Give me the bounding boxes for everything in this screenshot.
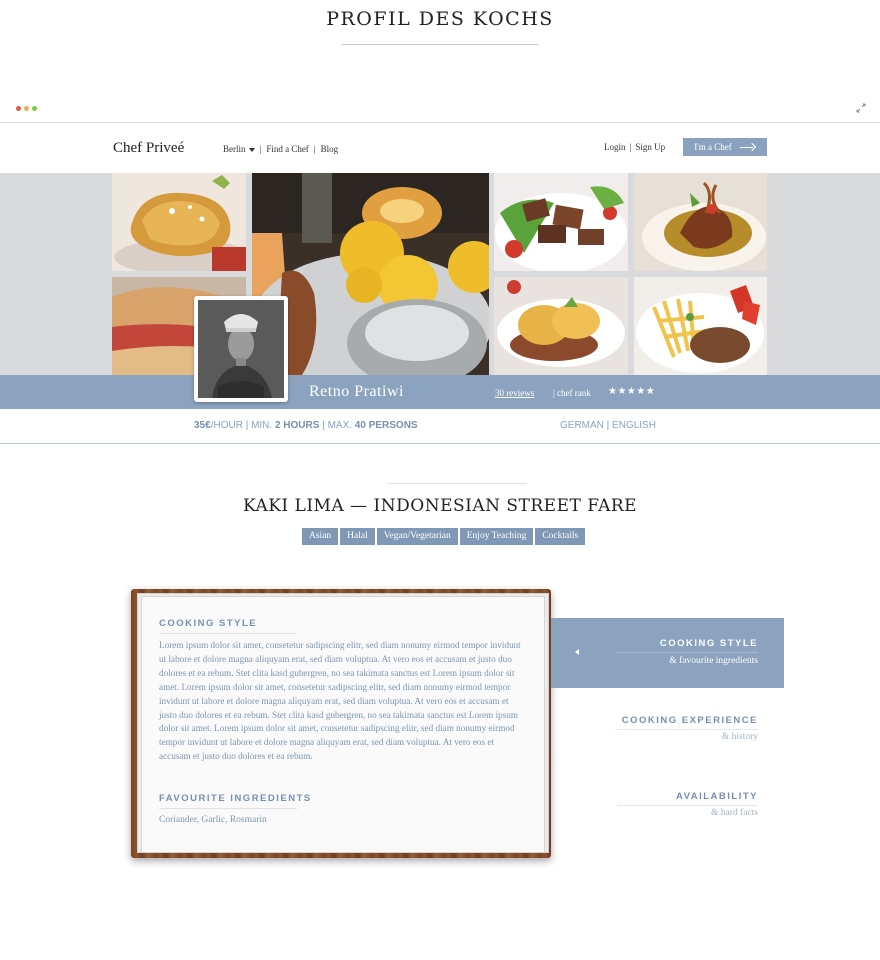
chef-name: Retno Pratiwi bbox=[309, 383, 404, 400]
tab-availability[interactable]: AVAILABILITY bbox=[676, 791, 758, 802]
gallery-photo-beef-salad[interactable] bbox=[494, 173, 628, 271]
chef-rank-label: | chef rank bbox=[553, 388, 591, 398]
tab-cooking-experience-subtitle: & history bbox=[721, 732, 758, 742]
tab-divider bbox=[617, 729, 758, 730]
tag-halal[interactable]: Halal bbox=[340, 528, 375, 545]
profile-bar bbox=[0, 375, 880, 409]
brand-logo[interactable]: Chef Priveé bbox=[113, 140, 184, 157]
city-selector[interactable]: Berlin bbox=[223, 144, 255, 154]
signup-link[interactable]: Sign Up bbox=[635, 142, 665, 152]
tab-divider bbox=[617, 652, 758, 653]
window-dot-yellow[interactable] bbox=[24, 106, 29, 111]
tag-vegan-vegetarian[interactable]: Vegan/Vegetarian bbox=[376, 528, 458, 545]
city-label: Berlin bbox=[223, 144, 246, 154]
tag-list: Asian Halal Vegan/Vegetarian Enjoy Teach… bbox=[302, 528, 586, 545]
tab-cooking-experience[interactable]: COOKING EXPERIENCE bbox=[622, 715, 758, 726]
cooking-style-text: Lorem ipsum dolor sit amet, consetetur s… bbox=[159, 640, 521, 762]
gallery-photo-fries[interactable] bbox=[634, 277, 767, 375]
window-dot-red[interactable] bbox=[16, 106, 21, 111]
chevron-left-icon bbox=[575, 649, 579, 655]
heading-underline bbox=[159, 808, 297, 809]
tag-cocktails[interactable]: Cocktails bbox=[535, 528, 586, 545]
im-a-chef-button[interactable]: I'm a Chef bbox=[683, 138, 767, 156]
auth-separator: | bbox=[629, 142, 632, 152]
max-persons: 40 PERSONS bbox=[354, 420, 418, 431]
favourite-ingredients-text: Coriander, Garlic, Rosmarin bbox=[159, 815, 267, 825]
price-value: 35€ bbox=[194, 420, 211, 431]
tab-cooking-style-title: COOKING STYLE bbox=[659, 638, 758, 649]
reviews-link[interactable]: 30 reviews bbox=[495, 388, 534, 398]
cooking-style-heading: COOKING STYLE bbox=[159, 618, 258, 629]
dish-title: KAKI LIMA — INDONESIAN STREET FARE bbox=[242, 496, 638, 516]
main-nav: Berlin | Find a Chef | Blog bbox=[223, 144, 338, 154]
find-chef-link[interactable]: Find a Chef bbox=[266, 144, 309, 154]
page-title: PROFIL DES KOCHS bbox=[326, 8, 554, 30]
login-link[interactable]: Login bbox=[604, 142, 626, 152]
chef-avatar[interactable] bbox=[194, 296, 288, 402]
max-label: | MAX. bbox=[322, 420, 353, 431]
arrow-right-icon bbox=[739, 143, 756, 151]
tab-cooking-style[interactable] bbox=[551, 618, 784, 688]
min-hours: 2 HOURS bbox=[274, 420, 320, 431]
gallery-photo-pastry[interactable] bbox=[112, 173, 246, 271]
title-divider bbox=[341, 44, 539, 45]
chef-button-label: I'm a Chef bbox=[694, 142, 732, 152]
window-dot-green[interactable] bbox=[32, 106, 37, 111]
pricing-info: 35€/HOUR | MIN. 2 HOURS | MAX. 40 PERSON… bbox=[194, 420, 418, 431]
tag-enjoy-teaching[interactable]: Enjoy Teaching bbox=[459, 528, 534, 545]
blog-link[interactable]: Blog bbox=[321, 144, 339, 154]
section-divider bbox=[387, 483, 527, 484]
browser-frame-divider bbox=[0, 122, 880, 123]
caret-down-icon bbox=[248, 147, 255, 152]
tab-cooking-style-subtitle: & favourite ingredients bbox=[669, 656, 758, 666]
info-divider bbox=[0, 443, 880, 444]
tab-divider bbox=[617, 805, 758, 806]
nav-separator: | bbox=[259, 144, 262, 154]
favourite-ingredients-heading: FAVOURITE INGREDIENTS bbox=[159, 793, 312, 804]
languages: GERMAN | ENGLISH bbox=[560, 420, 656, 431]
price-unit: /HOUR | MIN. bbox=[210, 420, 273, 431]
window-controls bbox=[16, 106, 37, 111]
gallery-photo-dumplings[interactable] bbox=[494, 277, 628, 375]
star-icon: ★★★★★ bbox=[608, 386, 656, 397]
heading-underline bbox=[159, 633, 297, 634]
tab-availability-subtitle: & hard facts bbox=[711, 808, 758, 818]
tag-asian[interactable]: Asian bbox=[302, 528, 339, 545]
auth-links: Login | Sign Up bbox=[604, 142, 665, 152]
nav-separator: | bbox=[313, 144, 316, 154]
gallery-photo-octopus[interactable] bbox=[634, 173, 767, 271]
expand-icon[interactable] bbox=[856, 103, 866, 113]
